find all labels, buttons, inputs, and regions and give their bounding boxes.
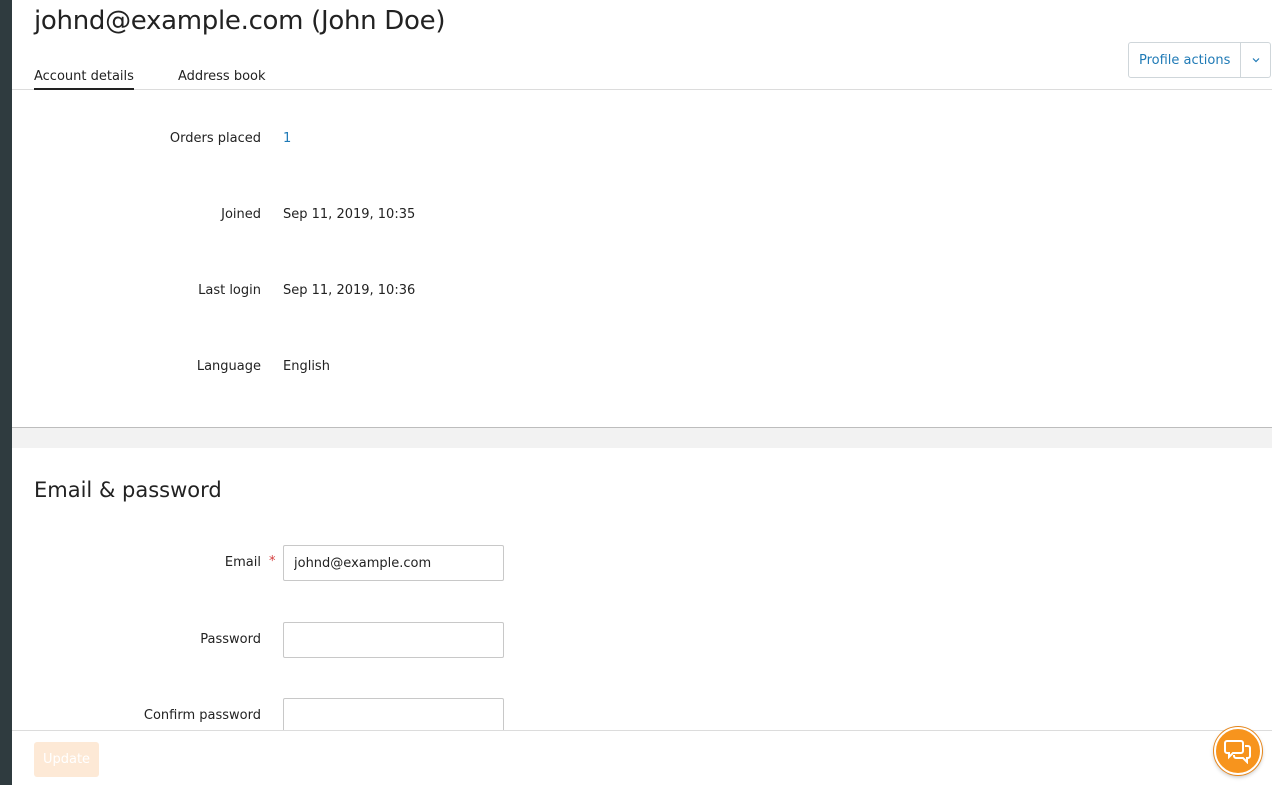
language-label: Language	[196, 359, 261, 374]
tab-account-details[interactable]: Account details	[34, 69, 134, 90]
page-title: johnd@example.com (John Doe)	[34, 6, 446, 36]
customer-profile-page: johnd@example.com (John Doe) Account det…	[12, 0, 1272, 785]
orders-placed-row: Orders placed 1	[12, 131, 1272, 151]
email-field[interactable]	[283, 545, 504, 581]
chat-bubbles-icon	[1224, 740, 1251, 764]
sticky-footer: Update	[12, 730, 1272, 785]
password-row: Password	[12, 622, 1272, 658]
update-button[interactable]: Update	[34, 742, 99, 777]
language-row: Language English	[12, 359, 1272, 379]
chat-button[interactable]	[1214, 727, 1262, 775]
tab-bar: Account details Address book	[34, 69, 310, 90]
email-password-title: Email & password	[34, 478, 222, 502]
profile-actions-dropdown-toggle[interactable]	[1241, 42, 1272, 78]
profile-actions-group: Profile actions	[1128, 42, 1272, 78]
joined-row: Joined Sep 11, 2019, 10:35	[12, 207, 1272, 227]
confirm-password-field[interactable]	[283, 698, 504, 734]
chevron-down-icon	[1252, 58, 1260, 63]
password-field[interactable]	[283, 622, 504, 658]
confirm-password-row: Confirm password	[12, 698, 1272, 734]
account-details-panel: Orders placed 1 Joined Sep 11, 2019, 10:…	[12, 91, 1272, 427]
email-row: Email *	[12, 545, 1272, 581]
joined-label: Joined	[221, 207, 261, 222]
page-header: johnd@example.com (John Doe) Account det…	[12, 0, 1272, 90]
email-label: Email	[224, 555, 261, 570]
language-value: English	[283, 359, 330, 374]
orders-placed-label: Orders placed	[169, 131, 261, 146]
confirm-password-label: Confirm password	[143, 708, 261, 723]
tab-address-book[interactable]: Address book	[178, 69, 266, 90]
joined-value: Sep 11, 2019, 10:35	[283, 207, 416, 222]
last-login-label: Last login	[198, 283, 261, 298]
last-login-value: Sep 11, 2019, 10:36	[283, 283, 416, 298]
password-label: Password	[200, 632, 261, 647]
required-marker: *	[269, 554, 276, 569]
section-divider	[12, 427, 1272, 448]
sidebar-edge	[0, 0, 12, 785]
last-login-row: Last login Sep 11, 2019, 10:36	[12, 283, 1272, 303]
orders-placed-link[interactable]: 1	[283, 131, 291, 146]
profile-actions-button[interactable]: Profile actions	[1128, 42, 1242, 78]
